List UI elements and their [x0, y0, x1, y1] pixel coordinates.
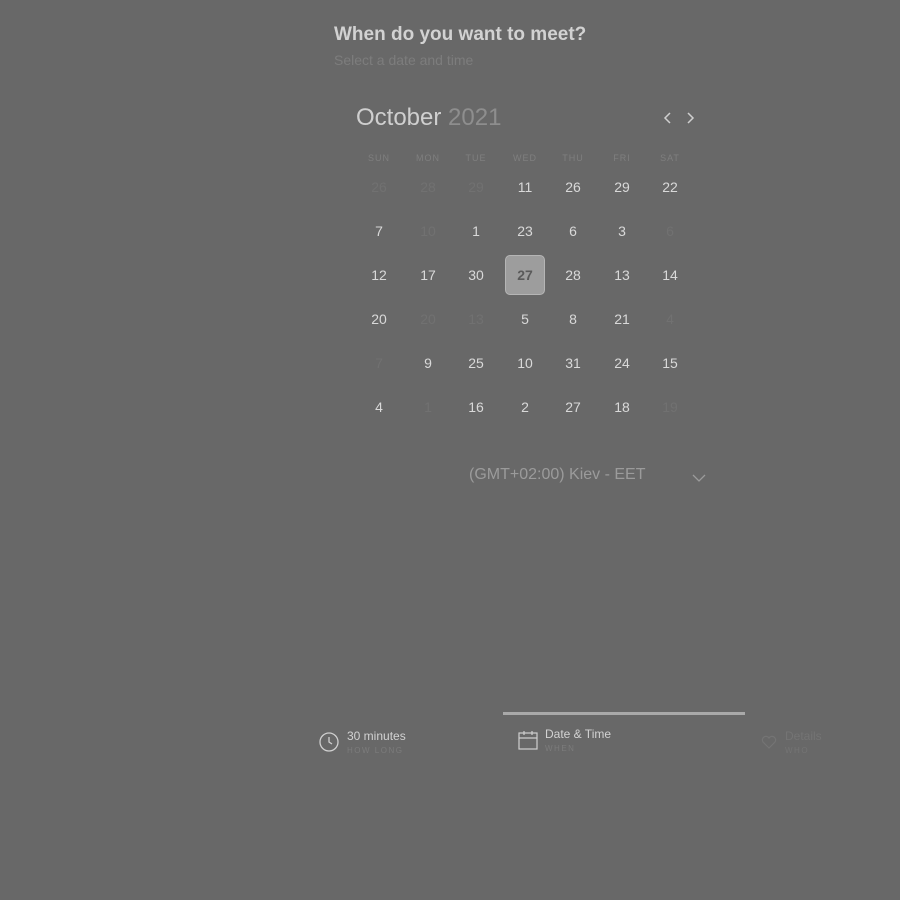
calendar-day: 20	[420, 311, 436, 327]
calendar-day[interactable]: 30	[456, 255, 496, 295]
calendar-day[interactable]: 10	[505, 343, 545, 383]
step-details-title: Details	[785, 729, 822, 743]
calendar-day: 1	[424, 399, 432, 415]
calendar-day[interactable]: 12	[359, 255, 399, 295]
calendar-day: 13	[468, 311, 484, 327]
calendar-day[interactable]: 21	[602, 299, 642, 339]
chevron-right-icon	[687, 112, 695, 124]
calendar-day: 7	[375, 355, 383, 371]
calendar-month-label: October 2021	[356, 104, 501, 132]
calendar-day[interactable]: 22	[650, 167, 690, 207]
calendar-day: 26	[371, 179, 387, 195]
step-date-time-subtitle: WHEN	[545, 744, 576, 753]
calendar-day[interactable]: 27	[553, 387, 593, 427]
page-title: When do you want to meet?	[334, 24, 587, 45]
timezone-dropdown-button[interactable]	[690, 469, 708, 487]
step-date-time-title: Date & Time	[545, 727, 612, 741]
calendar-day[interactable]: 11	[505, 167, 545, 207]
calendar-day[interactable]: 2	[505, 387, 545, 427]
selected-day[interactable]: 27	[505, 255, 545, 295]
calendar-day[interactable]: 24	[602, 343, 642, 383]
step-duration-subtitle: HOW LONG	[347, 746, 404, 755]
page-subtitle: Select a date and time	[334, 52, 474, 68]
chevron-left-icon	[663, 112, 671, 124]
calendar-day[interactable]: 18	[602, 387, 642, 427]
weekday-label: THU	[562, 153, 584, 163]
calendar-day: 6	[666, 223, 674, 239]
calendar-day: 29	[468, 179, 484, 195]
calendar-day[interactable]: 3	[602, 211, 642, 251]
calendar-day[interactable]: 31	[553, 343, 593, 383]
calendar-day[interactable]: 1	[456, 211, 496, 251]
calendar-day[interactable]: 15	[650, 343, 690, 383]
calendar-day[interactable]: 7	[359, 211, 399, 251]
calendar-day[interactable]: 16	[456, 387, 496, 427]
calendar-day[interactable]: 13	[602, 255, 642, 295]
clock-icon	[319, 732, 339, 752]
chevron-down-icon	[692, 474, 706, 482]
calendar-day: 10	[420, 223, 436, 239]
timezone-select[interactable]: (GMT+02:00) Kiev - EET	[469, 466, 646, 484]
weekday-label: WED	[513, 153, 537, 163]
calendar-day[interactable]: 25	[456, 343, 496, 383]
weekday-label: FRI	[613, 153, 631, 163]
calendar-day: 28	[420, 179, 436, 195]
calendar-icon	[518, 731, 538, 750]
calendar-day[interactable]: 29	[602, 167, 642, 207]
calendar-day[interactable]: 4	[359, 387, 399, 427]
weekday-label: TUE	[465, 153, 487, 163]
weekday-label: MON	[416, 153, 440, 163]
calendar-day[interactable]: 17	[408, 255, 448, 295]
step-duration-title: 30 minutes	[347, 729, 406, 743]
calendar-day[interactable]: 20	[359, 299, 399, 339]
calendar-day[interactable]: 23	[505, 211, 545, 251]
weekday-label: SAT	[660, 153, 680, 163]
calendar-day: 4	[666, 311, 674, 327]
next-month-button[interactable]	[679, 107, 701, 129]
calendar-day[interactable]: 26	[553, 167, 593, 207]
step-details-subtitle: WHO	[785, 746, 810, 755]
calendar-day[interactable]: 5	[505, 299, 545, 339]
calendar-day[interactable]: 14	[650, 255, 690, 295]
calendar-day[interactable]: 8	[553, 299, 593, 339]
calendar-day[interactable]: 28	[553, 255, 593, 295]
calendar-day: 19	[662, 399, 678, 415]
calendar-day[interactable]: 9	[408, 343, 448, 383]
year-label: 2021	[448, 104, 502, 131]
calendar-day[interactable]: 6	[553, 211, 593, 251]
active-step-indicator	[503, 712, 745, 715]
month-name: October	[356, 104, 442, 131]
prev-month-button[interactable]	[657, 107, 679, 129]
weekday-label: SUN	[367, 153, 390, 163]
heart-icon	[761, 735, 777, 749]
